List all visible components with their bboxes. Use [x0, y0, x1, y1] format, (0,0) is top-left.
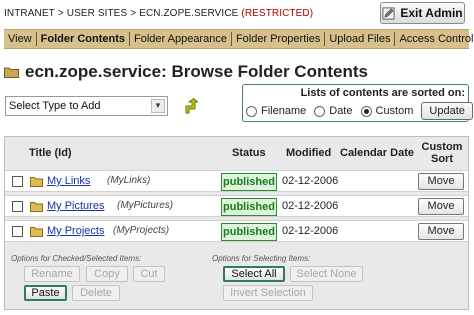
cut-button[interactable]: Cut: [133, 266, 165, 282]
type-to-add-select[interactable]: Select Type to Add ▼: [5, 96, 168, 116]
row-checkbox[interactable]: [12, 226, 23, 237]
item-title-link[interactable]: My Links: [47, 175, 90, 187]
sort-custom-radio[interactable]: [360, 105, 372, 117]
folder-icon: [4, 66, 19, 78]
move-button[interactable]: Move: [418, 223, 464, 240]
tab-bar: View Folder Contents Folder Appearance F…: [4, 29, 473, 49]
sort-date-option[interactable]: Date: [314, 105, 353, 117]
tab-folder-properties[interactable]: Folder Properties: [230, 32, 324, 46]
status-badge: published: [221, 223, 277, 241]
sort-filename-radio[interactable]: [246, 105, 257, 117]
paste-button[interactable]: Paste: [24, 285, 67, 301]
header-calendar-date[interactable]: Calendar Date: [340, 147, 414, 159]
tab-access-control[interactable]: Access Control: [394, 32, 474, 46]
delete-button[interactable]: Delete: [72, 285, 120, 301]
header-modified[interactable]: Modified: [286, 147, 331, 159]
breadcrumb-separator: >: [130, 8, 137, 19]
table-row: My Projects (MyProjects) published 02-12…: [5, 220, 468, 242]
status-badge: published: [221, 198, 277, 216]
sort-title: Lists of contents are sorted on:: [300, 87, 465, 99]
up-folder-icon[interactable]: [184, 98, 198, 114]
move-button[interactable]: Move: [418, 173, 464, 190]
breadcrumb: INTRANET > USER SITES > ECN.ZOPE.SERVICE (RES…: [4, 8, 313, 19]
type-select-value: Select Type to Add: [9, 100, 101, 112]
move-button[interactable]: Move: [418, 198, 464, 215]
sort-date-radio[interactable]: [314, 105, 326, 117]
header-custom-sort: Custom Sort: [420, 141, 464, 165]
item-id: (MyPictures): [117, 200, 174, 211]
row-checkbox[interactable]: [12, 201, 23, 212]
breadcrumb-item-user-sites[interactable]: USER SITES: [67, 8, 127, 19]
checked-options-label: Options for Checked/Selected Items:: [11, 254, 142, 263]
invert-selection-button[interactable]: Invert Selection: [223, 285, 313, 301]
sort-options-box: Lists of contents are sorted on: Filenam…: [242, 84, 473, 122]
table-row: My Links (MyLinks) published 02-12-2006 …: [5, 170, 468, 192]
item-id: (MyLinks): [107, 175, 151, 186]
page-title-row: ecn.zope.service: Browse Folder Contents: [4, 62, 368, 82]
selecting-options-label: Options for Selecting Items:: [212, 254, 311, 263]
exit-admin-label: Exit Admin: [400, 6, 463, 20]
header-custom-sort-line2: Sort: [431, 153, 453, 165]
folder-icon: [30, 227, 43, 237]
status-badge: published: [221, 173, 277, 191]
header-custom-sort-line1: Custom: [421, 141, 463, 153]
breadcrumb-separator: >: [57, 8, 64, 19]
sort-filename-option[interactable]: Filename: [246, 105, 306, 117]
folder-icon: [30, 177, 43, 187]
header-status[interactable]: Status: [232, 147, 266, 159]
modified-date: 02-12-2006: [282, 225, 339, 237]
exit-admin-button[interactable]: Exit Admin: [380, 2, 465, 24]
edit-pencil-icon: [382, 6, 395, 20]
table-row: My Pictures (MyPictures) published 02-12…: [5, 195, 468, 217]
sort-filename-label: Filename: [261, 105, 307, 117]
row-checkbox[interactable]: [12, 176, 23, 187]
tab-upload-files[interactable]: Upload Files: [324, 32, 394, 46]
breadcrumb-item-intranet[interactable]: INTRANET: [4, 8, 55, 19]
breadcrumb-item-site[interactable]: ECN.ZOPE.SERVICE: [139, 8, 238, 19]
rename-button[interactable]: Rename: [24, 266, 80, 282]
restricted-badge: (RESTRICTED): [241, 8, 314, 19]
modified-date: 02-12-2006: [282, 175, 339, 187]
update-button[interactable]: Update: [421, 102, 473, 120]
sort-date-label: Date: [329, 105, 353, 117]
tab-folder-appearance[interactable]: Folder Appearance: [129, 32, 231, 46]
page-heading: Browse Folder Contents: [171, 62, 368, 81]
site-name: ecn.zope.service:: [25, 62, 167, 81]
select-none-button[interactable]: Select None: [290, 266, 363, 282]
folder-icon: [30, 202, 43, 212]
sort-custom-label: Custom: [375, 105, 414, 117]
header-title[interactable]: Title (Id): [29, 147, 72, 159]
sort-custom-option[interactable]: Custom: [360, 105, 414, 117]
page-title: ecn.zope.service: Browse Folder Contents: [25, 62, 368, 82]
tab-view[interactable]: View: [4, 32, 36, 46]
select-all-button[interactable]: Select All: [223, 266, 285, 282]
chevron-down-icon[interactable]: ▼: [151, 99, 165, 113]
modified-date: 02-12-2006: [282, 200, 339, 212]
tab-folder-contents[interactable]: Folder Contents: [35, 32, 129, 46]
item-title-link[interactable]: My Pictures: [47, 200, 104, 212]
item-title-link[interactable]: My Projects: [47, 225, 104, 237]
copy-button[interactable]: Copy: [86, 266, 128, 282]
item-id: (MyProjects): [113, 225, 170, 236]
